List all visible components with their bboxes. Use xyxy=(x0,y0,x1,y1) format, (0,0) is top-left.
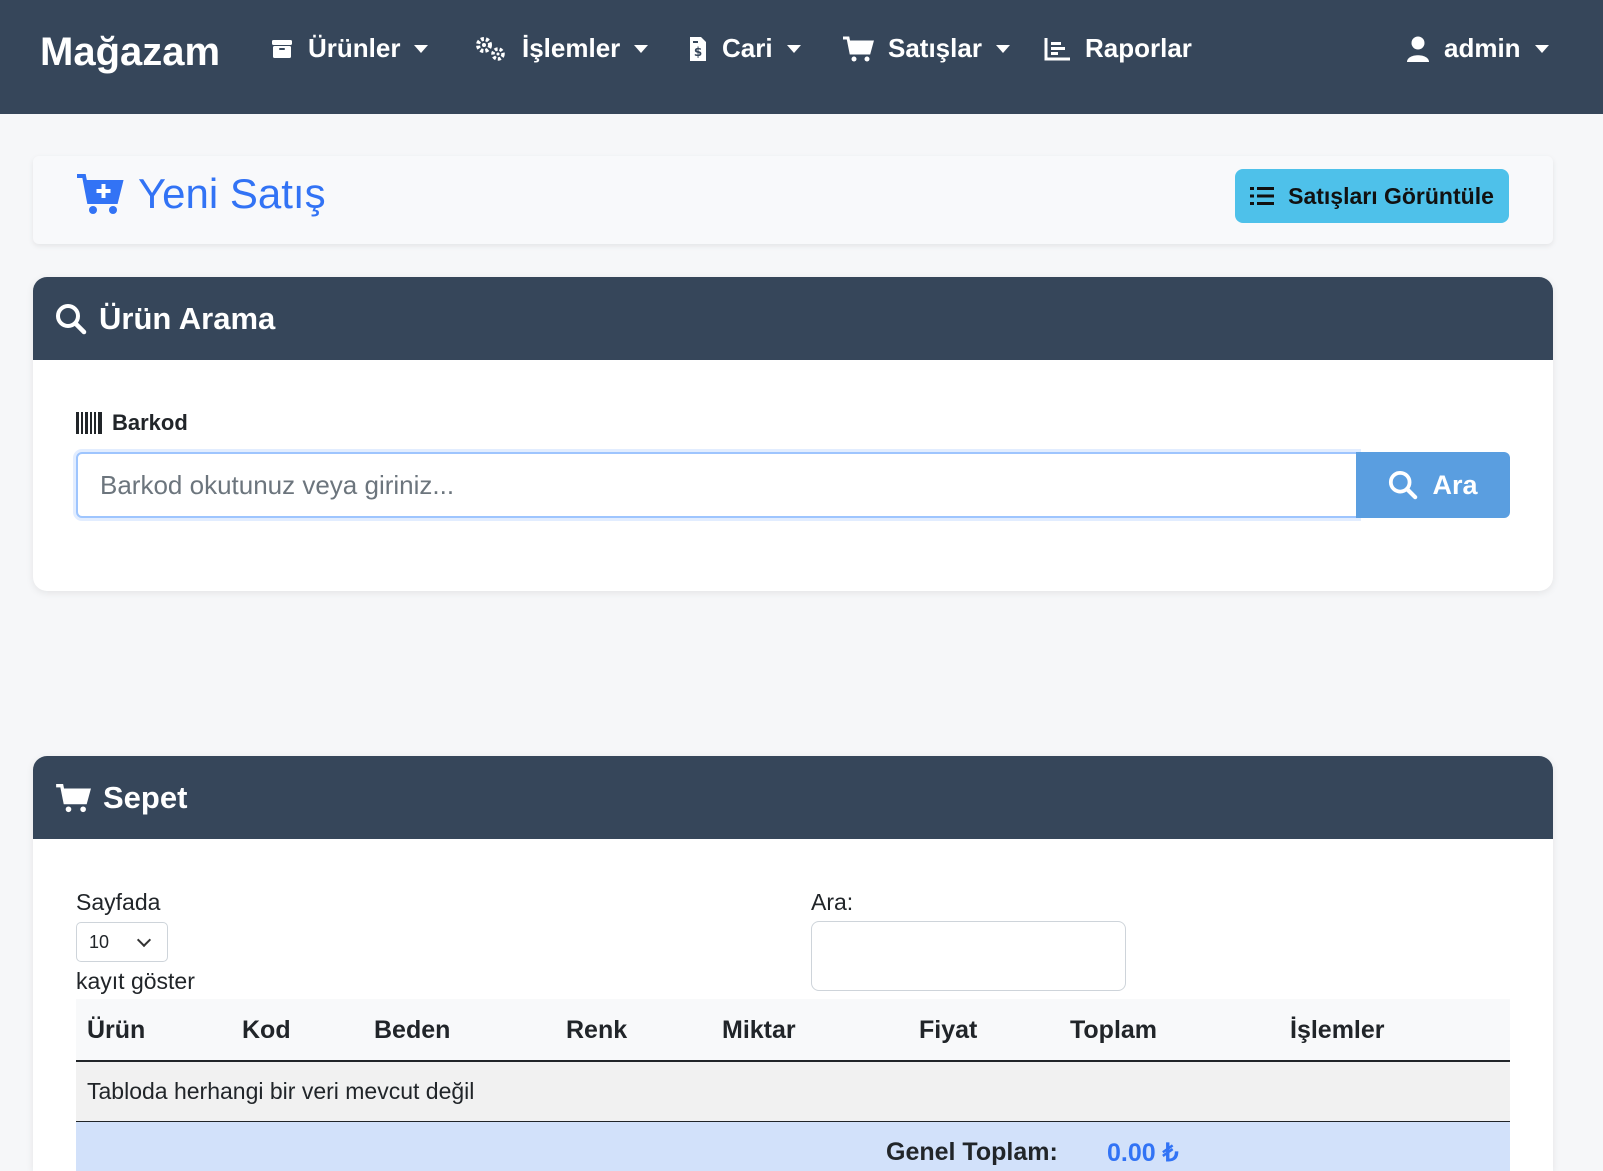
column-header-color[interactable]: Renk xyxy=(566,1016,627,1045)
user-icon xyxy=(1407,36,1429,62)
column-header-size[interactable]: Beden xyxy=(374,1016,450,1045)
grand-total-value: 0.00 ₺ xyxy=(1107,1139,1179,1167)
nav-item-label: İşlemler xyxy=(522,33,621,63)
brand-logo[interactable]: Mağazam xyxy=(40,30,220,75)
chevron-down-icon xyxy=(995,44,1010,53)
cart-icon xyxy=(56,783,91,812)
table-header: Ürün Kod Beden Renk Miktar Fiyat Toplam … xyxy=(76,999,1510,1062)
cart-card: Sepet Sayfada 10 kayıt göster Ara: Ürün … xyxy=(33,756,1553,1171)
nav-item-sales[interactable]: Satışlar xyxy=(842,33,1010,64)
search-button-label: Ara xyxy=(1432,469,1478,500)
nav-item-reports[interactable]: Raporlar xyxy=(1043,33,1192,64)
product-search-header: Ürün Arama xyxy=(33,277,1553,360)
cart-plus-icon xyxy=(77,174,124,214)
chevron-down-icon xyxy=(1534,44,1549,53)
view-sales-label: Satışları Görüntüle xyxy=(1288,182,1494,209)
user-name: admin xyxy=(1444,33,1521,63)
cart-icon xyxy=(843,36,874,61)
search-button[interactable]: Ara xyxy=(1356,452,1510,518)
nav-item-label: Raporlar xyxy=(1085,33,1192,63)
cart-table: Ürün Kod Beden Renk Miktar Fiyat Toplam … xyxy=(76,999,1510,1171)
cart-title: Sepet xyxy=(103,779,188,815)
gears-icon xyxy=(476,36,505,61)
chevron-down-icon xyxy=(414,44,429,53)
column-header-price[interactable]: Fiyat xyxy=(919,1016,977,1045)
chevron-down-icon xyxy=(634,44,649,53)
top-navbar: Mağazam Ürünler İşlemler $ Cari Satışlar… xyxy=(0,0,1603,114)
column-header-code[interactable]: Kod xyxy=(242,1016,291,1045)
nav-item-accounts[interactable]: $ Cari xyxy=(688,33,801,64)
chevron-down-icon xyxy=(786,44,801,53)
length-suffix: kayıt göster xyxy=(76,968,195,994)
page-length-value: 10 xyxy=(89,931,110,952)
length-prefix: Sayfada xyxy=(76,889,161,915)
filter-input[interactable] xyxy=(811,921,1126,991)
nav-item-label: Cari xyxy=(722,33,773,63)
nav-item-products[interactable]: Ürünler xyxy=(270,33,429,64)
nav-item-user[interactable]: admin xyxy=(1406,33,1549,64)
nav-item-label: Ürünler xyxy=(308,33,401,63)
column-header-total[interactable]: Toplam xyxy=(1070,1016,1157,1045)
search-icon xyxy=(56,303,87,334)
list-icon xyxy=(1250,187,1275,205)
grand-total-label: Genel Toplam: xyxy=(886,1138,1058,1166)
barcode-label-text: Barkod xyxy=(112,410,188,435)
empty-table-message: Tabloda herhangi bir veri mevcut değil xyxy=(76,1062,1510,1122)
chevron-down-icon xyxy=(136,932,152,948)
invoice-dollar-icon: $ xyxy=(690,36,706,61)
filter-label: Ara: xyxy=(811,889,854,915)
box-icon xyxy=(272,39,292,58)
column-header-quantity[interactable]: Miktar xyxy=(722,1016,796,1045)
product-search-title: Ürün Arama xyxy=(99,300,276,336)
nav-item-operations[interactable]: İşlemler xyxy=(474,33,649,64)
product-search-card: Ürün Arama Barkod Ara xyxy=(33,277,1553,591)
view-sales-button[interactable]: Satışları Görüntüle xyxy=(1235,169,1509,223)
svg-text:$: $ xyxy=(694,45,702,59)
cart-header: Sepet xyxy=(33,756,1553,839)
barcode-label: Barkod xyxy=(76,410,188,436)
grand-total-row: Genel Toplam: 0.00 ₺ xyxy=(76,1122,1510,1171)
page-title-text: Yeni Satış xyxy=(138,170,326,217)
barcode-input[interactable] xyxy=(76,452,1358,518)
page-length-select[interactable]: 10 xyxy=(76,922,168,962)
column-header-actions[interactable]: İşlemler xyxy=(1290,1016,1385,1045)
empty-message-text: Tabloda herhangi bir veri mevcut değil xyxy=(87,1078,475,1104)
page-title: Yeni Satış xyxy=(76,170,326,218)
search-icon xyxy=(1389,470,1418,500)
barcode-icon xyxy=(76,412,102,434)
column-header-product[interactable]: Ürün xyxy=(87,1016,145,1045)
chart-line-icon xyxy=(1044,37,1070,60)
nav-item-label: Satışlar xyxy=(888,33,982,63)
